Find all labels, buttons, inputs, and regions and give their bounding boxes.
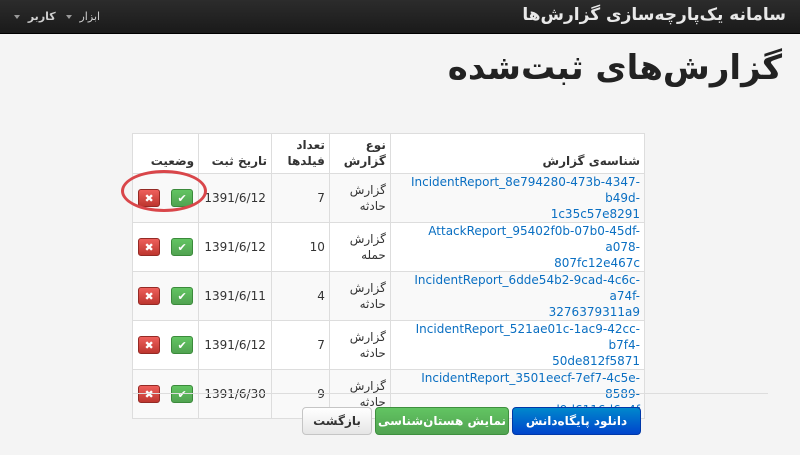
show-ontology-button[interactable]: نمایش هستان‌شناسی: [375, 407, 509, 435]
x-icon: ✖: [144, 388, 154, 401]
report-link[interactable]: IncidentReport_6dde54b2-9cad-4c6c-a74f- 3…: [414, 273, 640, 319]
table-row: IncidentReport_521ae01c-1ac9-42cc-b7f4- 5…: [131, 320, 646, 370]
approve-button[interactable]: ✔: [171, 189, 194, 207]
user-menu[interactable]: کاربر: [14, 10, 56, 23]
page-title: گزارش‌های ثبت‌شده: [447, 48, 782, 88]
header-report-id: شناسه‌ی گزارش: [389, 133, 646, 174]
reject-button[interactable]: ✖: [138, 287, 161, 305]
check-icon: ✔: [177, 388, 187, 401]
reject-button[interactable]: ✖: [138, 385, 161, 403]
app-brand[interactable]: سامانه یک‌پارچه‌سازی گزارش‌ها: [522, 5, 786, 25]
date-cell: 1391/6/12: [198, 173, 273, 223]
table-row: IncidentReport_8e794280-473b-4347-b49d- 1…: [131, 173, 646, 223]
x-icon: ✖: [144, 290, 154, 303]
table-row: IncidentReport_6dde54b2-9cad-4c6c-a74f- 3…: [131, 271, 646, 321]
reject-button[interactable]: ✖: [138, 336, 161, 354]
check-icon: ✔: [177, 290, 187, 303]
date-cell: 1391/6/11: [198, 271, 273, 321]
report-id-cell: AttackReport_95402f0b-07b0-45df-a078- 807…: [389, 222, 646, 272]
report-type-cell: گزارش حمله: [328, 222, 391, 272]
date-cell: 1391/6/30: [198, 369, 273, 419]
report-link[interactable]: AttackReport_95402f0b-07b0-45df-a078- 807…: [428, 224, 640, 270]
reject-button[interactable]: ✖: [138, 238, 161, 256]
table-header-row: شناسه‌ی گزارش نوع گزارش تعداد فیلدها تار…: [131, 133, 646, 174]
report-link[interactable]: IncidentReport_8e794280-473b-4347-b49d- 1…: [411, 175, 640, 221]
check-icon: ✔: [177, 339, 187, 352]
x-icon: ✖: [144, 339, 154, 352]
tools-menu-label: ابزار: [79, 10, 101, 23]
report-type-cell: گزارش حادثه: [328, 320, 391, 370]
report-id-cell: IncidentReport_6dde54b2-9cad-4c6c-a74f- 3…: [389, 271, 646, 321]
approve-button[interactable]: ✔: [171, 385, 194, 403]
date-cell: 1391/6/12: [198, 320, 273, 370]
table-row: AttackReport_95402f0b-07b0-45df-a078- 807…: [131, 222, 646, 272]
report-type-cell: گزارش حادثه: [328, 271, 391, 321]
status-cell: ✔ ✖: [131, 369, 200, 419]
status-cell: ✔ ✖: [131, 320, 200, 370]
divider: [132, 393, 768, 394]
report-link[interactable]: IncidentReport_521ae01c-1ac9-42cc-b7f4- 5…: [416, 322, 640, 368]
check-icon: ✔: [177, 241, 187, 254]
header-report-type: نوع گزارش: [328, 133, 391, 174]
reject-button[interactable]: ✖: [138, 189, 161, 207]
tools-menu[interactable]: ابزار: [66, 10, 100, 23]
report-id-cell: IncidentReport_521ae01c-1ac9-42cc-b7f4- 5…: [389, 320, 646, 370]
status-cell: ✔ ✖: [131, 173, 200, 223]
report-id-cell: IncidentReport_8e794280-473b-4347-b49d- 1…: [389, 173, 646, 223]
field-count-cell: 4: [271, 271, 330, 321]
reports-table: شناسه‌ی گزارش نوع گزارش تعداد فیلدها تار…: [131, 133, 646, 419]
date-cell: 1391/6/12: [198, 222, 273, 272]
user-menu-label: کاربر: [27, 10, 56, 23]
check-icon: ✔: [177, 192, 187, 205]
status-cell: ✔ ✖: [131, 271, 200, 321]
chevron-down-icon: [66, 15, 72, 19]
top-navbar: سامانه یک‌پارچه‌سازی گزارش‌ها ابزار کارب…: [0, 0, 800, 34]
field-count-cell: 7: [271, 173, 330, 223]
approve-button[interactable]: ✔: [171, 336, 194, 354]
status-cell: ✔ ✖: [131, 222, 200, 272]
report-type-cell: گزارش حادثه: [328, 173, 391, 223]
field-count-cell: 7: [271, 320, 330, 370]
download-knowledge-base-button[interactable]: دانلود پایگاه‌دانش: [512, 407, 641, 435]
back-button[interactable]: بازگشت: [302, 407, 372, 435]
approve-button[interactable]: ✔: [171, 238, 194, 256]
x-icon: ✖: [144, 192, 154, 205]
x-icon: ✖: [144, 241, 154, 254]
header-date: تاریخ ثبت: [198, 133, 273, 174]
approve-button[interactable]: ✔: [171, 287, 194, 305]
chevron-down-icon: [14, 15, 20, 19]
field-count-cell: 10: [271, 222, 330, 272]
header-status: وضعیت: [131, 133, 200, 174]
header-field-count: تعداد فیلدها: [271, 133, 330, 174]
